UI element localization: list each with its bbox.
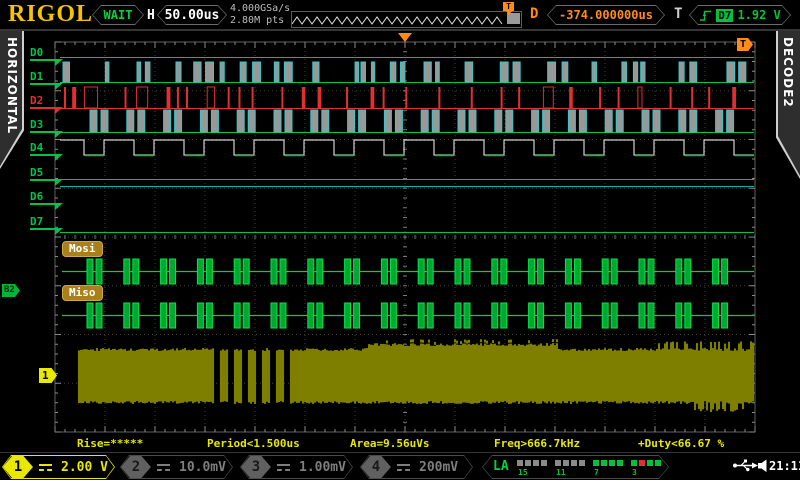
la-label: LA: [493, 459, 509, 474]
digital-channel-label-d3[interactable]: D3: [30, 118, 63, 138]
digital-channel-label-d6[interactable]: D6: [30, 190, 63, 210]
digital-channel-text: D5: [30, 166, 44, 179]
channel1-status-button[interactable]: 1 2.00 V: [2, 455, 115, 479]
digital-channel-text: D3: [30, 118, 44, 131]
bus-label-miso[interactable]: Miso: [62, 285, 103, 301]
la-group-number: 15: [518, 468, 528, 477]
channel-position-arrow-icon: [55, 203, 63, 210]
usb-icon: [733, 459, 758, 472]
measurement-duty: +Duty<66.67 %: [638, 437, 725, 450]
la-bit-square: [563, 460, 569, 466]
digital-channel-text: D6: [30, 190, 44, 203]
logic-analyzer-status-button[interactable]: LA 15 11 7 3: [482, 455, 669, 479]
dc-coupling-icon: [397, 464, 410, 471]
channel-position-arrow-icon: [55, 154, 63, 161]
digital-channel-text: D1: [30, 70, 44, 83]
measurement-rise: Rise=*****: [77, 437, 144, 450]
la-group-number: 3: [632, 468, 637, 477]
measurement-freq: Freq>666.7kHz: [494, 437, 581, 450]
channel1-scale: 2.00 V: [61, 459, 108, 475]
digital-channel-label-d4[interactable]: D4: [30, 141, 63, 161]
digital-channel-text: D7: [30, 215, 44, 228]
bus-label-mosi[interactable]: Mosi: [62, 241, 103, 257]
waveform-display: [54, 41, 756, 433]
la-bit-square: [555, 460, 561, 466]
la-bit-square: [533, 460, 539, 466]
dc-coupling-icon: [277, 464, 290, 471]
la-group-number: 7: [594, 468, 599, 477]
la-bit-square: [541, 460, 547, 466]
measurement-area: Area=9.56uVs: [350, 437, 430, 450]
digital-channel-text: D0: [30, 46, 44, 59]
footer-divider: [0, 452, 800, 453]
la-bit-square: [525, 460, 531, 466]
la-bit-square: [655, 460, 661, 466]
digital-channel-label-d1[interactable]: D1: [30, 70, 63, 90]
la-bit-square: [571, 460, 577, 466]
channel3-status-button[interactable]: 3 1.00mV: [240, 455, 353, 479]
channel-position-arrow-icon: [55, 179, 63, 186]
system-clock: 21:11: [769, 459, 800, 473]
speaker-icon: [758, 459, 767, 472]
channel3-scale: 1.00mV: [299, 459, 346, 475]
channel-position-arrow-icon: [55, 131, 63, 138]
la-bit-square: [617, 460, 623, 466]
la-bit-square: [647, 460, 653, 466]
dc-coupling-icon: [157, 464, 170, 471]
channel-position-arrow-icon: [55, 59, 63, 66]
channel-position-arrow-icon: [55, 107, 63, 114]
digital-channel-label-d0[interactable]: D0: [30, 46, 63, 66]
la-bit-square: [609, 460, 615, 466]
la-bit-square: [579, 460, 585, 466]
digital-channel-label-d7[interactable]: D7: [30, 215, 63, 235]
digital-channel-label-d2[interactable]: D2: [30, 94, 63, 114]
channel-position-arrow-icon: [55, 83, 63, 90]
la-bit-square: [517, 460, 523, 466]
la-bit-square: [639, 460, 645, 466]
la-group-number: 11: [556, 468, 566, 477]
channel4-scale: 200mV: [419, 459, 459, 475]
trigger-position-marker[interactable]: [398, 33, 412, 42]
digital-channel-text: D4: [30, 141, 44, 154]
la-bit-square: [593, 460, 599, 466]
dc-coupling-icon: [39, 464, 52, 471]
oscilloscope-screen: RIGOL WAIT H 50.00us 4.000GSa/s 2.80M pt…: [0, 0, 800, 480]
channel-position-arrow-icon: [55, 228, 63, 235]
la-bit-square: [631, 460, 637, 466]
digital-channel-text: D2: [30, 94, 44, 107]
digital-channel-label-d5[interactable]: D5: [30, 166, 63, 186]
measurement-period: Period<1.500us: [207, 437, 300, 450]
channel2-scale: 10.0mV: [179, 459, 226, 475]
la-bit-square: [601, 460, 607, 466]
channel2-status-button[interactable]: 2 10.0mV: [120, 455, 233, 479]
channel4-status-button[interactable]: 4 200mV: [360, 455, 473, 479]
